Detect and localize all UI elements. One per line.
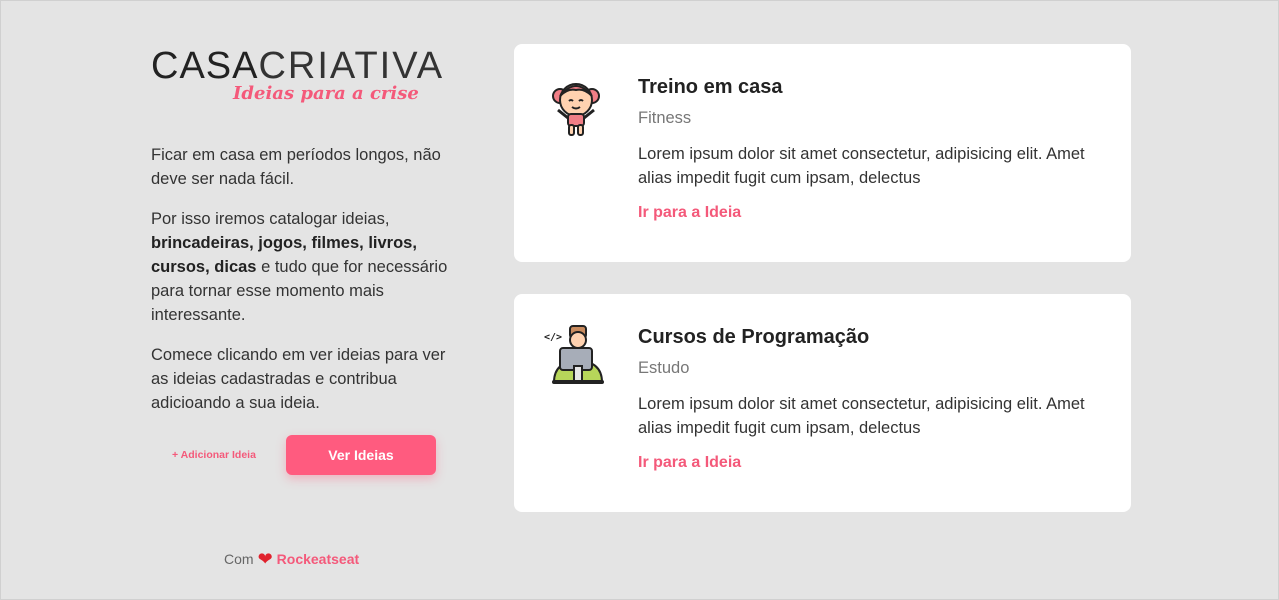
view-ideas-button[interactable]: Ver Ideias: [286, 435, 436, 475]
footer-prefix: Com: [224, 551, 254, 567]
footer-brand-link[interactable]: Rockeatseat: [277, 551, 360, 567]
logo-light-word: CRIATIVA: [258, 45, 445, 87]
card-body: Cursos de Programação Estudo Lorem ipsum…: [638, 326, 1101, 472]
logo-bold-word: CASA: [151, 45, 259, 87]
idea-card: </> Cursos de Programação Estudo Lorem i…: [514, 294, 1131, 512]
left-column: CASACRIATIVA Ideias para a crise Ficar e…: [151, 41, 451, 475]
heart-icon: ❤: [257, 549, 273, 569]
card-description: Lorem ipsum dolor sit amet consectetur, …: [638, 145, 1085, 187]
programmer-icon: </>: [544, 325, 604, 384]
card-title: Cursos de Programação: [638, 326, 870, 348]
fitness-girl-icon: [552, 83, 600, 136]
logo-text: CASACRIATIVA: [151, 45, 444, 88]
logo-tagline: Ideias para a crise: [233, 83, 419, 104]
card-category: Estudo: [638, 359, 690, 377]
ideas-list: Treino em casa Fitness Lorem ipsum dolor…: [514, 44, 1131, 544]
card-category: Fitness: [638, 109, 692, 127]
intro-paragraph-2: Por isso iremos catalogar ideias, brinca…: [151, 207, 451, 327]
add-idea-link[interactable]: + Adicionar Ideia: [172, 449, 286, 461]
idea-card: Treino em casa Fitness Lorem ipsum dolor…: [514, 44, 1131, 262]
card-title: Treino em casa: [638, 76, 783, 98]
footer: Com ❤ Rockeatseat: [224, 550, 359, 568]
logo: CASACRIATIVA Ideias para a crise: [151, 41, 451, 113]
go-to-idea-link[interactable]: Ir para a Ideia: [638, 454, 741, 472]
card-body: Treino em casa Fitness Lorem ipsum dolor…: [638, 76, 1101, 222]
intro-p2-start: Por isso iremos catalogar ideias,: [151, 210, 390, 228]
go-to-idea-link[interactable]: Ir para a Ideia: [638, 204, 741, 222]
card-description: Lorem ipsum dolor sit amet consectetur, …: [638, 395, 1085, 437]
intro-paragraph-1: Ficar em casa em períodos longos, não de…: [151, 146, 441, 188]
intro-paragraph-3: Comece clicando em ver ideias para ver a…: [151, 346, 446, 412]
actions: + Adicionar Ideia Ver Ideias: [151, 435, 451, 475]
intro-text: Ficar em casa em períodos longos, não de…: [151, 143, 451, 415]
svg-text:</>: </>: [544, 332, 562, 343]
